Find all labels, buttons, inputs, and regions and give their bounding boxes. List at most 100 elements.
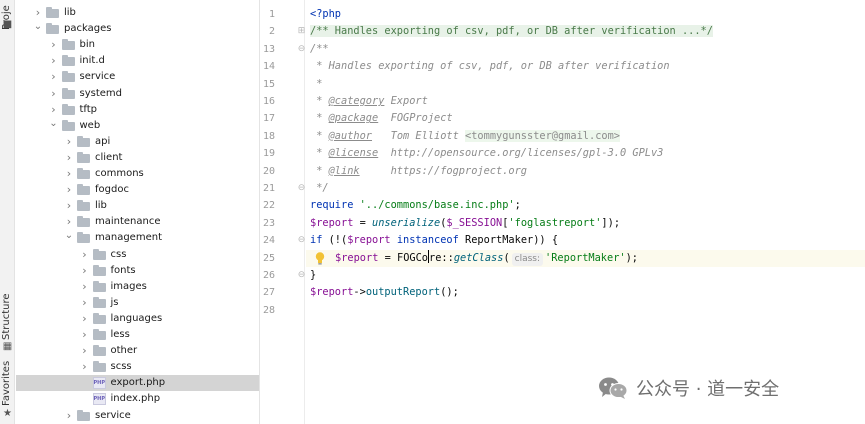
- tree-folder-row[interactable]: ⌄ management: [16, 230, 259, 246]
- code-line[interactable]: * @license http://opensource.org/license…: [306, 145, 865, 162]
- chevron-right-icon[interactable]: ›: [49, 69, 59, 85]
- tree-folder-row[interactable]: › scss: [16, 359, 259, 375]
- project-tree[interactable]: › lib ⌄ packages › bin › init.d › service › systemd…: [16, 0, 259, 424]
- code-line[interactable]: * @author Tom Elliott <tommygunsster@gma…: [306, 128, 865, 145]
- chevron-right-icon[interactable]: ›: [49, 86, 59, 102]
- code-editor[interactable]: <?php /** Handles exporting of csv, pdf, …: [306, 0, 865, 424]
- chevron-right-icon[interactable]: ›: [33, 5, 43, 21]
- code-line[interactable]: /** Handles exporting of csv, pdf, or DB…: [306, 23, 865, 40]
- fold-marker-icon[interactable]: ⊖: [297, 232, 306, 249]
- tree-folder-row[interactable]: › service: [16, 408, 259, 424]
- code-token: $report: [347, 234, 391, 247]
- folder-icon: [92, 345, 106, 357]
- chevron-right-icon[interactable]: ›: [80, 359, 90, 375]
- fold-marker-icon[interactable]: ⊖: [297, 180, 306, 197]
- code-line[interactable]: }: [306, 267, 865, 284]
- tree-folder-row[interactable]: › fogdoc: [16, 182, 259, 198]
- tree-folder-row[interactable]: ⌄ packages: [16, 21, 259, 37]
- code-token: *: [310, 112, 329, 125]
- code-token: @author: [328, 129, 373, 142]
- code-line[interactable]: $report->outputReport();: [306, 284, 865, 301]
- chevron-right-icon[interactable]: ›: [80, 295, 90, 311]
- tree-folder-row[interactable]: › less: [16, 327, 259, 343]
- tree-folder-row[interactable]: ⌄ web: [16, 118, 259, 134]
- chevron-right-icon[interactable]: ›: [49, 102, 59, 118]
- tree-folder-row[interactable]: › lib: [16, 198, 259, 214]
- chevron-right-icon[interactable]: ›: [64, 198, 74, 214]
- tree-folder-row[interactable]: › tftp: [16, 102, 259, 118]
- chevron-down-icon[interactable]: ⌄: [33, 21, 43, 37]
- folder-icon: [77, 184, 90, 196]
- chevron-right-icon[interactable]: ›: [49, 37, 59, 53]
- chevron-right-icon[interactable]: ›: [80, 247, 90, 263]
- tree-item-label: other: [110, 345, 138, 357]
- tree-item-label: api: [95, 135, 111, 147]
- chevron-right-icon[interactable]: ›: [80, 279, 90, 295]
- tree-file-row[interactable]: PHP export.php: [16, 375, 259, 392]
- code-token: (!(: [322, 234, 348, 247]
- code-token: re::: [429, 251, 454, 264]
- code-token: }: [310, 269, 317, 281]
- tree-folder-row[interactable]: › service: [16, 69, 259, 85]
- code-line[interactable]: *: [306, 76, 865, 93]
- tree-folder-row[interactable]: › languages: [16, 311, 259, 327]
- structure-tool-tab[interactable]: Structure: [1, 293, 12, 340]
- tree-folder-row[interactable]: › bin: [16, 37, 259, 53]
- chevron-right-icon[interactable]: ›: [49, 53, 59, 69]
- line-number: 16: [262, 96, 275, 107]
- fold-marker-icon[interactable]: ⊞: [297, 23, 306, 40]
- chevron-right-icon[interactable]: ›: [80, 343, 90, 359]
- lightbulb-icon[interactable]: [315, 251, 325, 265]
- tree-item-label: languages: [110, 312, 163, 324]
- folder-icon: [77, 200, 90, 212]
- code-line[interactable]: require '../commons/base.inc.php';: [306, 197, 865, 214]
- chevron-right-icon[interactable]: ›: [64, 150, 74, 166]
- fold-marker-icon[interactable]: ⊖: [297, 41, 306, 58]
- chevron-right-icon[interactable]: ›: [80, 263, 90, 279]
- tree-file-row[interactable]: PHP index.php: [16, 391, 259, 407]
- tree-folder-row[interactable]: › client: [16, 150, 259, 166]
- code-line[interactable]: $report = unserialize($_SESSION['foglast…: [306, 215, 865, 232]
- chevron-right-icon[interactable]: ›: [80, 327, 90, 343]
- chevron-down-icon[interactable]: ⌄: [49, 118, 59, 134]
- folder-icon: [46, 7, 59, 18]
- folder-icon: [92, 361, 106, 373]
- chevron-right-icon[interactable]: ›: [64, 134, 74, 150]
- tree-folder-row[interactable]: › commons: [16, 166, 259, 182]
- code-line[interactable]: /**: [306, 41, 865, 58]
- code-line[interactable]: * Handles exporting of csv, pdf, or DB a…: [306, 58, 865, 75]
- code-line[interactable]: */: [306, 180, 865, 197]
- tree-item-label: service: [79, 71, 116, 83]
- tree-folder-row[interactable]: › init.d: [16, 53, 259, 69]
- tree-folder-row[interactable]: › js: [16, 295, 259, 311]
- favorites-tool-tab[interactable]: Favorites: [1, 361, 12, 406]
- tree-folder-row[interactable]: › systemd: [16, 86, 259, 102]
- code-line[interactable]: [306, 302, 865, 319]
- chevron-right-icon[interactable]: ›: [64, 214, 74, 230]
- code-line[interactable]: * @category Export: [306, 93, 865, 110]
- code-token: = FOGCo: [378, 251, 429, 264]
- tree-folder-row[interactable]: › maintenance: [16, 214, 259, 230]
- code-line[interactable]: $report = FOGCore::getClass(class: 'Repor…: [306, 249, 865, 267]
- code-line[interactable]: * @package FOGProject: [306, 110, 865, 127]
- tree-item-label: lib: [64, 7, 76, 18]
- fold-marker-icon[interactable]: ⊖: [297, 267, 306, 284]
- php-file-icon: PHP: [92, 377, 106, 390]
- code-line[interactable]: <?php: [306, 6, 865, 23]
- chevron-right-icon[interactable]: ›: [64, 166, 74, 182]
- chevron-right-icon[interactable]: ›: [64, 408, 74, 424]
- code-token: @package: [328, 112, 379, 125]
- code-token: FOGProject: [378, 112, 453, 125]
- tree-folder-row[interactable]: › lib: [16, 5, 259, 21]
- chevron-right-icon[interactable]: ›: [80, 311, 90, 327]
- tree-folder-row[interactable]: › other: [16, 343, 259, 359]
- tree-folder-row[interactable]: › images: [16, 279, 259, 295]
- code-line[interactable]: if (!($report instanceof ReportMaker)) {: [306, 232, 865, 249]
- chevron-down-icon[interactable]: ⌄: [64, 230, 74, 246]
- tree-folder-row[interactable]: › fonts: [16, 263, 259, 279]
- line-number: 17: [262, 113, 275, 125]
- chevron-right-icon[interactable]: ›: [64, 182, 74, 198]
- tree-folder-row[interactable]: › api: [16, 134, 259, 150]
- code-line[interactable]: * @link https://fogproject.org: [306, 163, 865, 180]
- tree-folder-row[interactable]: › css: [16, 247, 259, 263]
